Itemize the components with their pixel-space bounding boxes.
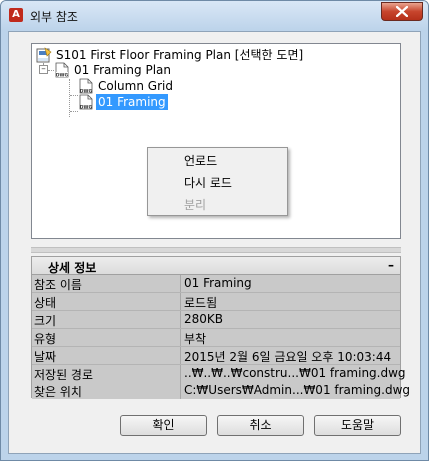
close-button[interactable] [381, 2, 423, 21]
column-divider [180, 329, 181, 346]
column-divider [180, 311, 181, 328]
tree-node-label: Column Grid [98, 79, 173, 93]
details-row-type[interactable]: 유형 부착 [32, 329, 400, 347]
property-value: 280KB [184, 312, 224, 326]
context-menu: 언로드 다시 로드 분리 [147, 147, 288, 216]
dialog-client-area: S101 First Floor Framing Plan [선택한 도면] –… [8, 31, 421, 454]
property-value: 부착 [184, 332, 207, 346]
property-value: C:₩Users₩Admin...₩01 framing.dwg [184, 383, 411, 397]
property-key: 참조 이름 [34, 278, 82, 292]
tree-node-label: 01 Framing Plan [74, 63, 171, 77]
property-value: 2015년 2월 6일 금요일 오후 10:03:44 [184, 350, 392, 364]
close-icon [396, 6, 408, 17]
tree-collapse-toggle[interactable]: – [39, 65, 48, 74]
property-key: 상태 [34, 296, 57, 310]
dwg-file-icon: DWG [55, 62, 69, 79]
autocad-app-icon: A [9, 8, 23, 22]
column-divider [180, 275, 181, 292]
property-key: 크기 [34, 314, 57, 328]
details-row-found-at[interactable]: 찾은 위치 C:₩Users₩Admin...₩01 framing.dwg [32, 382, 410, 399]
property-key: 유형 [34, 332, 57, 346]
ok-button[interactable]: 확인 [120, 415, 207, 436]
column-divider [180, 293, 181, 310]
tree-node-framing-plan[interactable]: DWG 01 Framing Plan [54, 62, 254, 78]
property-key: 저장된 경로 [34, 368, 94, 382]
svg-text:DWG: DWG [80, 105, 93, 111]
property-key: 날짜 [34, 350, 57, 364]
tree-connector [70, 111, 78, 112]
tree-node-framing[interactable]: DWG 01 Framing [78, 94, 278, 110]
window-title: 외부 참조 [30, 10, 78, 24]
details-panel: 상세 정보 – 참조 이름 01 Framing 상태 로드됨 크기 280KB… [31, 256, 410, 399]
svg-text:DWG: DWG [56, 73, 69, 79]
cancel-button[interactable]: 취소 [217, 415, 304, 436]
property-value: ..₩..₩..₩constru...₩01 framing.dwg [184, 366, 406, 380]
tree-connector [70, 95, 78, 96]
tree-node-label-selected: 01 Framing [96, 94, 168, 110]
details-row-date[interactable]: 날짜 2015년 2월 6일 금요일 오후 10:03:44 [32, 347, 400, 365]
menu-item-unload[interactable]: 언로드 [184, 152, 217, 169]
details-row-reference-name[interactable]: 참조 이름 01 Framing [32, 275, 400, 293]
collapse-icon[interactable]: – [388, 258, 394, 272]
property-key: 찾은 위치 [34, 385, 82, 399]
details-header[interactable]: 상세 정보 – [32, 257, 400, 275]
column-divider [180, 347, 181, 364]
menu-item-detach: 분리 [184, 198, 207, 212]
details-row-size[interactable]: 크기 280KB [32, 311, 400, 329]
xref-dialog-window: A 외부 참조 S101 First Floor Framing Plan [선… [0, 0, 429, 461]
details-row-status[interactable]: 상태 로드됨 [32, 293, 400, 311]
details-row-saved-path[interactable]: 저장된 경로 ..₩..₩..₩constru...₩01 framing.dw… [32, 365, 406, 383]
property-value: 로드됨 [184, 296, 218, 310]
tree-node-column-grid[interactable]: DWG Column Grid [78, 78, 278, 94]
column-divider [180, 382, 181, 399]
tree-root-label: S101 First Floor Framing Plan [선택한 도면] [56, 48, 304, 62]
column-divider [180, 365, 181, 382]
details-title: 상세 정보 [48, 261, 97, 275]
property-value: 01 Framing [184, 276, 252, 290]
drawing-root-icon [36, 47, 52, 63]
panel-splitter[interactable] [31, 247, 401, 253]
tree-node-root[interactable]: S101 First Floor Framing Plan [선택한 도면] [36, 47, 396, 63]
help-button[interactable]: 도움말 [314, 415, 401, 436]
dwg-file-icon: DWG [79, 94, 93, 111]
menu-item-reload[interactable]: 다시 로드 [184, 174, 232, 191]
title-bar[interactable]: A 외부 참조 [1, 1, 428, 31]
dwg-file-icon: DWG [79, 78, 92, 94]
